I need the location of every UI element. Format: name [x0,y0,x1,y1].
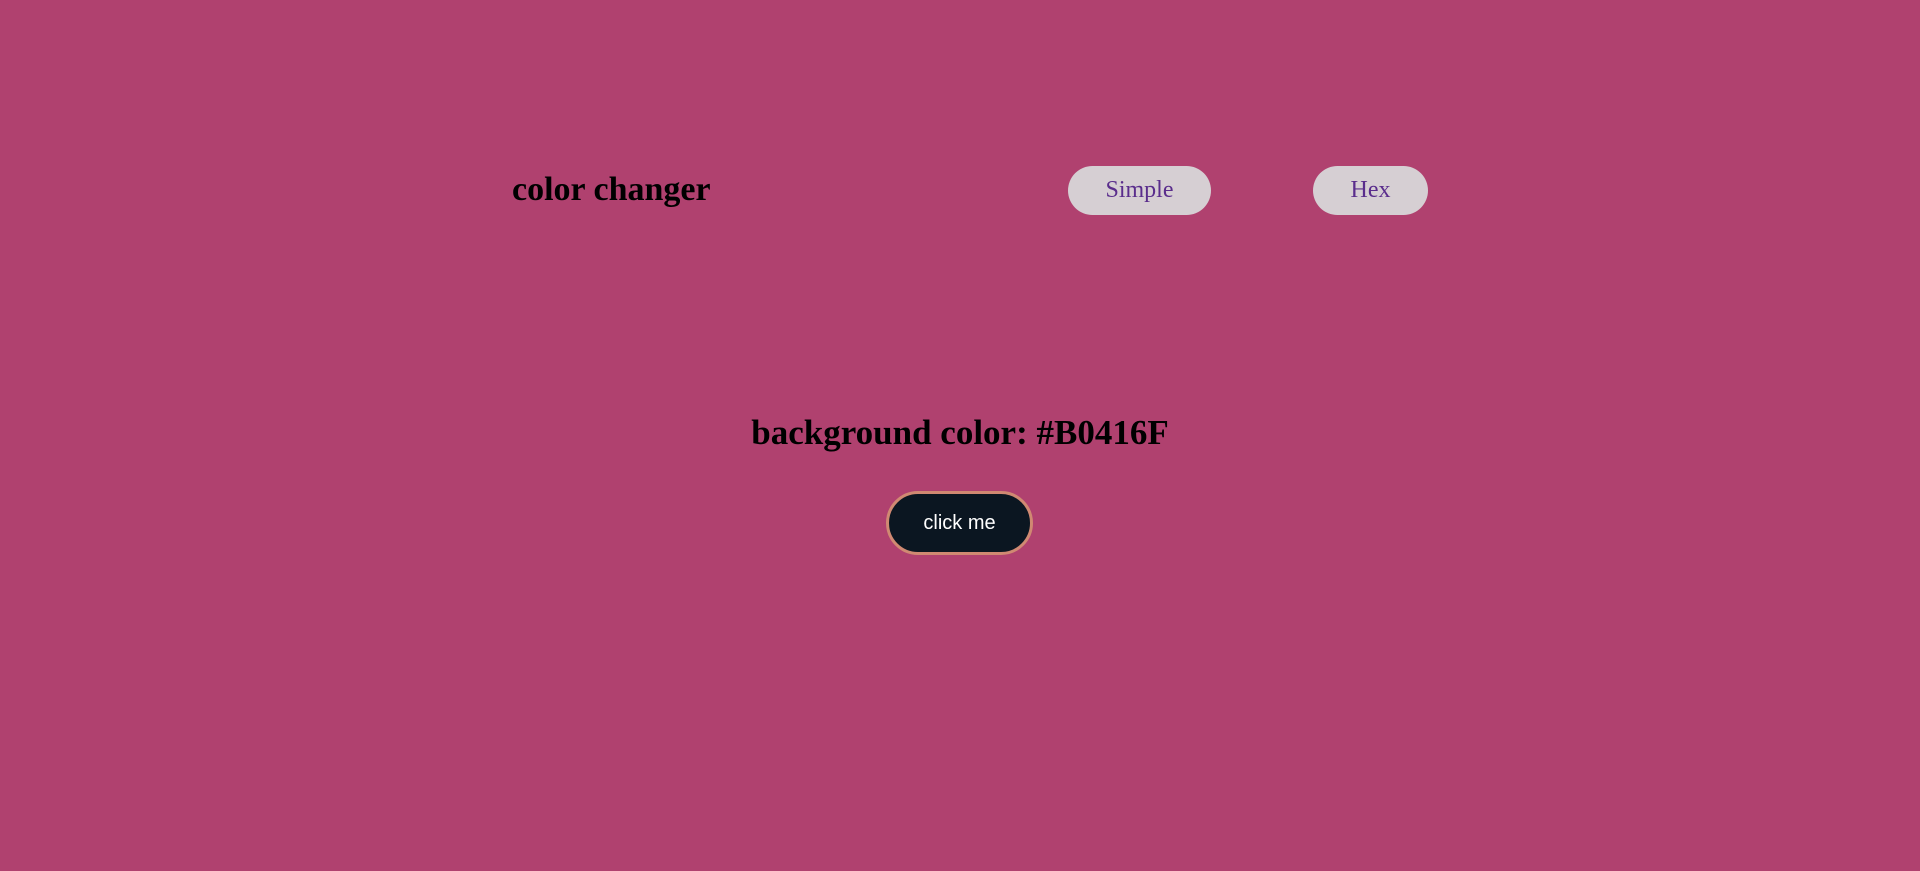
hex-nav-button[interactable]: Hex [1313,166,1428,215]
click-me-button[interactable]: click me [886,491,1033,555]
simple-nav-button[interactable]: Simple [1068,166,1211,215]
app-title: color changer [512,171,711,208]
background-color-value: #B0416F [1036,413,1169,452]
background-color-heading: background color: #B0416F [0,413,1920,453]
background-color-label: background color: [751,413,1037,452]
